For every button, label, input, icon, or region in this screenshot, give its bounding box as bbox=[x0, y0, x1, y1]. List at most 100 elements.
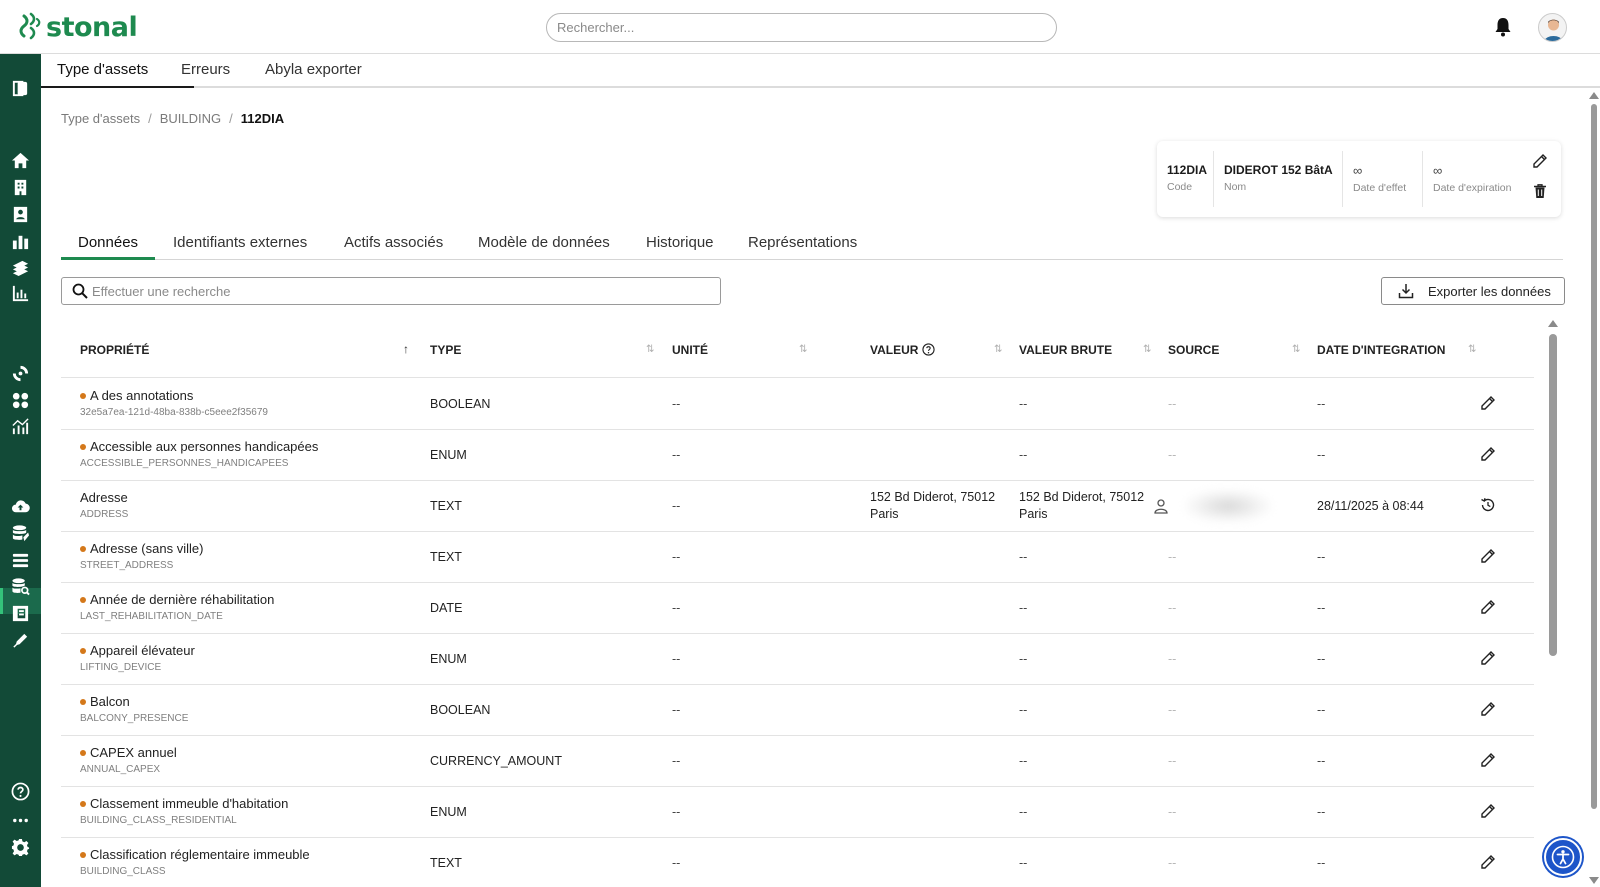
sort-asc-icon[interactable]: ↑ bbox=[403, 342, 409, 356]
property-name-text: Classement immeuble d'habitation bbox=[90, 796, 289, 811]
table-layout-icon[interactable] bbox=[10, 603, 31, 624]
col-propriete[interactable]: PROPRIÉTÉ bbox=[80, 343, 149, 357]
breadcrumb-item-building[interactable]: BUILDING bbox=[160, 111, 221, 126]
subtab-historique[interactable]: Historique bbox=[646, 234, 714, 251]
pencil-icon[interactable] bbox=[1480, 752, 1498, 770]
subtab-identifiants-externes[interactable]: Identifiants externes bbox=[173, 234, 307, 251]
property-code: 32e5a7ea-121d-48ba-838b-c5eee2f35679 bbox=[80, 407, 268, 418]
cloud-upload-icon[interactable] bbox=[10, 496, 31, 517]
col-date-integration[interactable]: DATE D'INTEGRATION bbox=[1317, 343, 1445, 357]
cell-source: -- bbox=[1168, 754, 1177, 768]
global-search-input[interactable] bbox=[546, 13, 1057, 42]
database-search-icon[interactable] bbox=[10, 576, 31, 597]
cell-valeur-brute: -- bbox=[1019, 805, 1028, 819]
table-search-input[interactable] bbox=[92, 278, 712, 304]
property-name: Classement immeuble d'habitation bbox=[80, 796, 288, 811]
table-row[interactable]: Appareil élévateur LIFTING_DEVICE ENUM -… bbox=[61, 634, 1534, 685]
list-icon[interactable] bbox=[10, 550, 31, 571]
sort-icon[interactable]: ⇅ bbox=[994, 344, 1002, 355]
pencil-icon[interactable] bbox=[1480, 446, 1498, 464]
table-row[interactable]: A des annotations 32e5a7ea-121d-48ba-838… bbox=[61, 379, 1534, 430]
col-unite[interactable]: UNITÉ bbox=[672, 343, 708, 357]
page-scrollbar-thumb[interactable] bbox=[1591, 104, 1597, 809]
help-circle-icon[interactable] bbox=[922, 343, 936, 356]
export-data-button[interactable]: Exporter les données bbox=[1381, 277, 1565, 305]
bell-icon[interactable] bbox=[1494, 17, 1512, 37]
user-avatar[interactable] bbox=[1538, 13, 1567, 42]
sort-icon[interactable]: ⇅ bbox=[1143, 344, 1151, 355]
breadcrumb-separator: / bbox=[148, 111, 152, 126]
cell-type: TEXT bbox=[430, 499, 462, 513]
main-tabs: Type d'assets Erreurs Abyla exporter bbox=[41, 54, 1600, 88]
col-source[interactable]: SOURCE bbox=[1168, 343, 1219, 357]
col-valeur[interactable]: VALEUR bbox=[870, 343, 936, 357]
cell-valeur-brute: -- bbox=[1019, 601, 1028, 615]
pencil-icon[interactable] bbox=[1480, 701, 1498, 719]
stonal-logo[interactable]: stonal bbox=[18, 10, 138, 44]
col-valeur-brute[interactable]: VALEUR BRUTE bbox=[1019, 343, 1112, 357]
scroll-down-arrow-icon[interactable] bbox=[1589, 877, 1599, 884]
pencil-icon[interactable] bbox=[1480, 854, 1498, 872]
building-icon[interactable] bbox=[10, 177, 31, 198]
table-row[interactable]: Année de dernière réhabilitation LAST_RE… bbox=[61, 583, 1534, 634]
table-scrollbar-thumb[interactable] bbox=[1549, 334, 1557, 656]
pencil-icon[interactable] bbox=[1480, 650, 1498, 668]
tab-abyla-exporter[interactable]: Abyla exporter bbox=[265, 61, 362, 78]
table-row[interactable]: Adresse ADDRESS TEXT -- 152 Bd Diderot, … bbox=[61, 481, 1534, 532]
settings-gear-icon[interactable] bbox=[10, 837, 31, 858]
cell-source: -- bbox=[1168, 448, 1177, 462]
help-icon[interactable] bbox=[10, 781, 31, 802]
sort-icon[interactable]: ⇅ bbox=[799, 344, 807, 355]
home-icon[interactable] bbox=[10, 150, 31, 171]
tab-erreurs[interactable]: Erreurs bbox=[181, 61, 230, 78]
statistics-icon[interactable] bbox=[10, 283, 31, 304]
info-nom: DIDEROT 152 BâtA Nom bbox=[1214, 151, 1343, 207]
breadcrumb-item-type-d-assets[interactable]: Type d'assets bbox=[61, 111, 140, 126]
table-row[interactable]: CAPEX annuel ANNUAL_CAPEX CURRENCY_AMOUN… bbox=[61, 736, 1534, 787]
property-name-text: Classification réglementaire immeuble bbox=[90, 847, 310, 862]
table-search bbox=[61, 277, 721, 305]
pencil-icon[interactable] bbox=[1480, 548, 1498, 566]
more-dots-icon[interactable] bbox=[10, 810, 31, 831]
subtab-modele-de-donnees[interactable]: Modèle de données bbox=[478, 234, 610, 251]
history-icon[interactable] bbox=[1480, 497, 1498, 515]
scroll-up-arrow-icon[interactable] bbox=[1589, 92, 1599, 99]
pencil-icon[interactable] bbox=[1480, 599, 1498, 617]
subtab-donnees[interactable]: Données bbox=[78, 234, 138, 251]
tab-type-d-assets[interactable]: Type d'assets bbox=[57, 61, 148, 78]
edit-pencil-icon[interactable] bbox=[1532, 153, 1550, 171]
layers-icon[interactable] bbox=[10, 257, 31, 278]
table-scroll-up-arrow-icon[interactable] bbox=[1548, 320, 1558, 327]
sync-icon[interactable] bbox=[10, 363, 31, 384]
cell-date: -- bbox=[1317, 601, 1326, 615]
delete-trash-icon[interactable] bbox=[1532, 183, 1550, 201]
table-row[interactable]: Classification réglementaire immeuble BU… bbox=[61, 838, 1534, 887]
apps-grid-icon[interactable] bbox=[10, 390, 31, 411]
table-row[interactable]: Accessible aux personnes handicapées ACC… bbox=[61, 430, 1534, 481]
table-scrollbar[interactable] bbox=[1548, 318, 1558, 887]
database-edit-icon[interactable] bbox=[10, 523, 31, 544]
accessibility-button[interactable] bbox=[1544, 838, 1582, 876]
table-row[interactable]: Adresse (sans ville) STREET_ADDRESS TEXT… bbox=[61, 532, 1534, 583]
sort-icon[interactable]: ⇅ bbox=[646, 344, 654, 355]
pencil-icon[interactable] bbox=[1480, 803, 1498, 821]
subtab-actifs-associes[interactable]: Actifs associés bbox=[344, 234, 443, 251]
sort-icon[interactable]: ⇅ bbox=[1292, 344, 1300, 355]
sort-icon[interactable]: ⇅ bbox=[1468, 344, 1476, 355]
table-row[interactable]: Balcon BALCONY_PRESENCE BOOLEAN -- -- --… bbox=[61, 685, 1534, 736]
table-row[interactable]: Classement immeuble d'habitation BUILDIN… bbox=[61, 787, 1534, 838]
breadcrumb-current: 112DIA bbox=[240, 111, 285, 126]
trend-chart-icon[interactable] bbox=[10, 416, 31, 437]
cell-date: -- bbox=[1317, 805, 1326, 819]
brand-name: stonal bbox=[46, 11, 138, 43]
contact-card-icon[interactable] bbox=[10, 204, 31, 225]
info-nom-label: Nom bbox=[1224, 181, 1247, 193]
subtab-representations[interactable]: Représentations bbox=[748, 234, 857, 251]
col-type[interactable]: TYPE bbox=[430, 343, 461, 357]
stonal-logo-icon bbox=[19, 12, 41, 40]
collapse-sidebar-icon[interactable] bbox=[10, 78, 31, 99]
pen-nib-icon[interactable] bbox=[10, 630, 31, 651]
page-scrollbar[interactable] bbox=[1589, 92, 1599, 887]
pencil-icon[interactable] bbox=[1480, 395, 1498, 413]
bar-chart-icon[interactable] bbox=[10, 231, 31, 252]
